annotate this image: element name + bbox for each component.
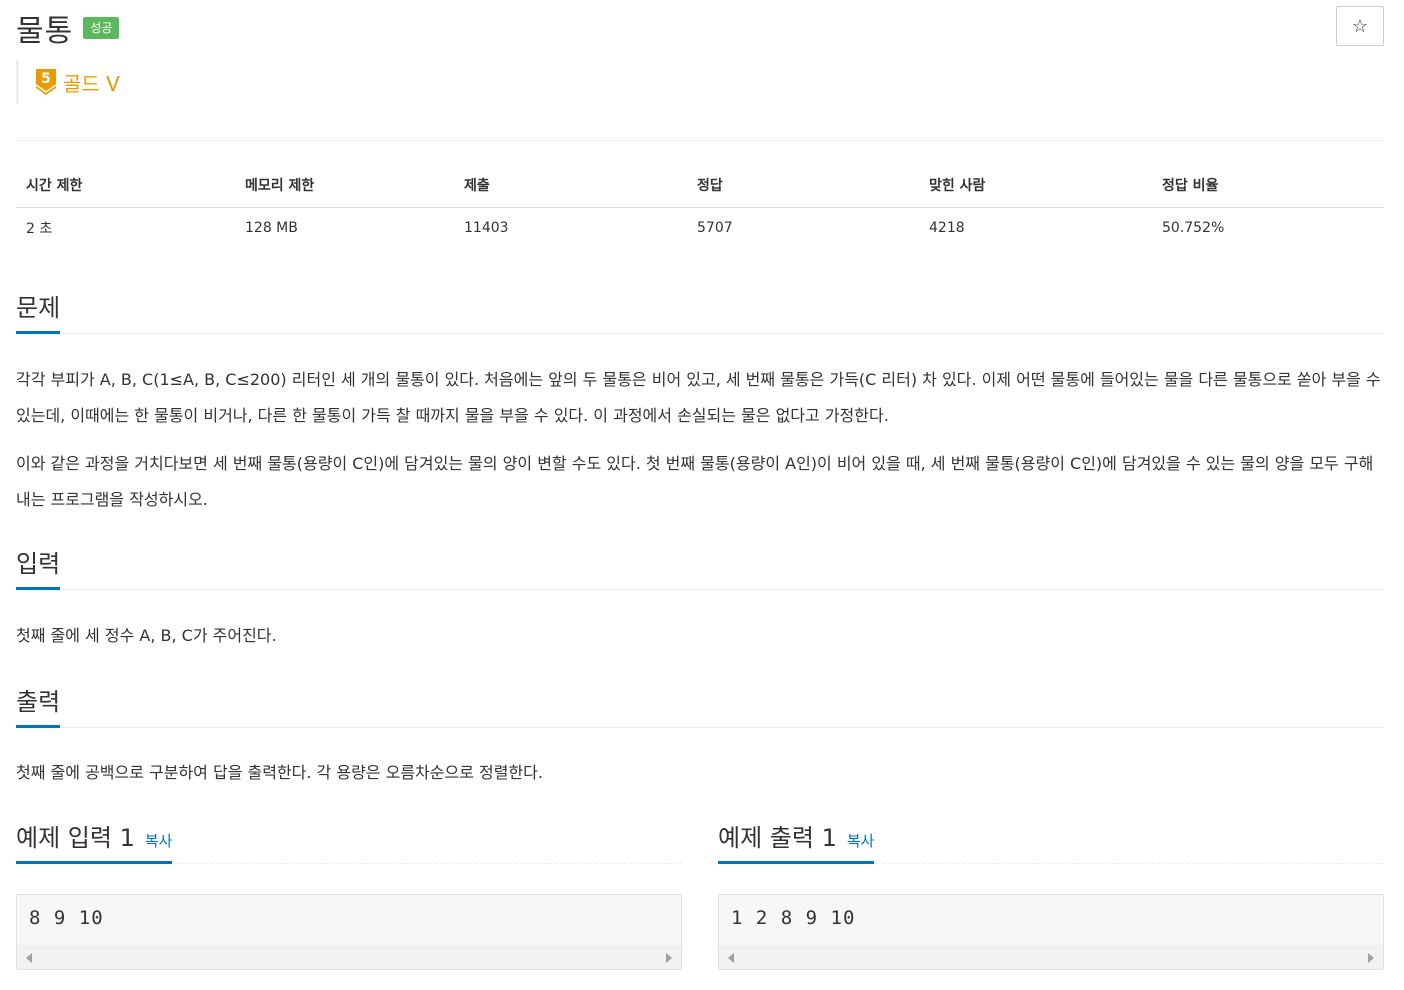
scroll-left-icon[interactable] <box>728 953 734 963</box>
sample-output-header: 예제 출력 1 복사 <box>718 818 1384 864</box>
submissions-value[interactable]: 11403 <box>454 207 687 249</box>
header-accepted: 정답 <box>687 164 919 208</box>
star-button[interactable]: ☆ <box>1336 6 1384 46</box>
divider <box>16 140 1384 141</box>
sample-input-copy-link[interactable]: 복사 <box>145 830 173 851</box>
sample-output-scrollbar[interactable] <box>719 945 1383 969</box>
sample-input-panel: 예제 입력 1 복사 8 9 10 <box>16 818 682 970</box>
header-memory-limit: 메모리 제한 <box>235 164 454 208</box>
sample-input-header: 예제 입력 1 복사 <box>16 818 682 864</box>
problem-title: 물통 <box>16 14 74 49</box>
problem-description-2: 이와 같은 과정을 거치다보면 세 번째 물통(용량이 C인)에 담겨있는 물의… <box>16 454 1374 509</box>
gold-tier-icon: 5 <box>35 68 57 96</box>
solved-users-value[interactable]: 4218 <box>919 207 1152 249</box>
sample-input-scrollbar[interactable] <box>17 945 681 969</box>
sample-output-content: 1 2 8 9 10 <box>731 907 856 929</box>
info-table-header-row: 시간 제한 메모리 제한 제출 정답 맞힌 사람 정답 비율 <box>16 164 1384 208</box>
output-section-header: 출력 <box>16 682 1384 728</box>
problem-section-title: 문제 <box>16 288 61 334</box>
scroll-right-icon[interactable] <box>1368 953 1374 963</box>
tier-number: 5 <box>41 71 51 87</box>
accept-ratio-value: 50.752% <box>1162 220 1225 237</box>
status-badge: 성공 <box>83 17 120 39</box>
scroll-left-icon[interactable] <box>26 953 32 963</box>
sample-output-copy-link[interactable]: 복사 <box>847 830 875 851</box>
info-table-row: 2 초 128 MB 11403 5707 4218 50.752% <box>16 207 1384 249</box>
input-description: 첫째 줄에 세 정수 A, B, C가 주어진다. <box>16 626 277 645</box>
header-submissions: 제출 <box>454 164 687 208</box>
star-icon: ☆ <box>1351 15 1369 36</box>
scroll-right-icon[interactable] <box>666 953 672 963</box>
accepted-value[interactable]: 5707 <box>687 207 919 249</box>
problem-info-table: 시간 제한 메모리 제한 제출 정답 맞힌 사람 정답 비율 2 초 128 M… <box>16 164 1384 249</box>
sample-output-title: 예제 출력 1 복사 <box>718 818 875 864</box>
sample-input-box[interactable]: 8 9 10 <box>16 894 682 970</box>
tier-row[interactable]: 5 골드 V <box>16 60 120 104</box>
sample-output-panel: 예제 출력 1 복사 1 2 8 9 10 <box>718 818 1384 970</box>
tier-label: 골드 V <box>63 71 120 96</box>
header-time-limit: 시간 제한 <box>16 164 235 208</box>
input-section-title: 입력 <box>16 544 61 590</box>
output-section-title: 출력 <box>16 682 61 728</box>
memory-limit-value: 128 MB <box>245 220 298 237</box>
time-limit-value: 2 초 <box>26 221 53 238</box>
header-solved-users: 맞힌 사람 <box>919 164 1152 208</box>
problem-description-1: 각각 부피가 A, B, C(1≤A, B, C≤200) 리터인 세 개의 물… <box>16 370 1381 425</box>
input-section-header: 입력 <box>16 544 1384 590</box>
sample-input-title: 예제 입력 1 복사 <box>16 818 173 864</box>
sample-input-title-text: 예제 입력 1 <box>16 824 135 852</box>
output-description: 첫째 줄에 공백으로 구분하여 답을 출력한다. 각 용량은 오름차순으로 정렬… <box>16 763 543 782</box>
problem-section-header: 문제 <box>16 288 1384 334</box>
sample-input-content: 8 9 10 <box>29 907 104 929</box>
title-row: 물통 성공 <box>16 8 120 49</box>
header-accept-ratio: 정답 비율 <box>1152 164 1384 208</box>
sample-output-box[interactable]: 1 2 8 9 10 <box>718 894 1384 970</box>
sample-output-title-text: 예제 출력 1 <box>718 824 837 852</box>
